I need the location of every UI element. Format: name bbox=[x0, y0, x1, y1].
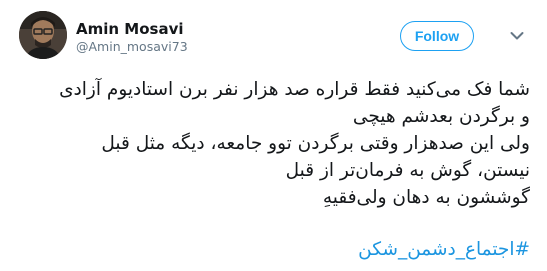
tweet-text-line: گوششون به دهان ولی‌فقیهِ bbox=[322, 187, 530, 208]
tweet-text: شما فک می‌کنید فقط قراره صد هزار نفر برن… bbox=[14, 76, 530, 211]
tweet-text-line: شما فک می‌کنید فقط قراره صد هزار نفر برن… bbox=[59, 79, 530, 100]
tweet-text-line: و برگردن بعدشم هیچی bbox=[352, 106, 530, 127]
follow-button[interactable]: Follow bbox=[400, 21, 474, 51]
chevron-down-icon[interactable] bbox=[510, 31, 524, 41]
author-display-name[interactable]: Amin Mosavi bbox=[76, 20, 183, 38]
avatar[interactable] bbox=[19, 11, 67, 59]
author-handle[interactable]: @Amin_mosavi73 bbox=[76, 39, 188, 55]
tweet-text-line: ولی این صدهزار وقتی برگردن توو جامعه، دی… bbox=[101, 133, 530, 154]
hashtag-link[interactable]: #اجتماع_دشمن_شکن bbox=[14, 236, 530, 263]
tweet-text-line: نیستن، گوش به فرمان‌تر از قبل bbox=[285, 160, 530, 181]
